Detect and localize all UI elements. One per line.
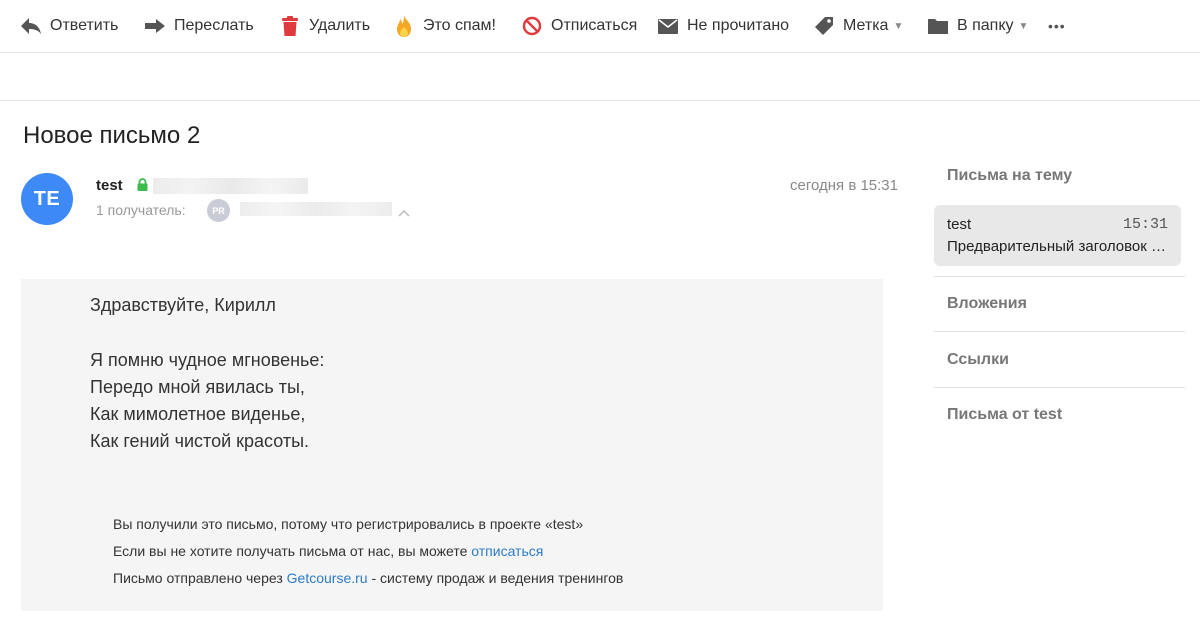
lock-icon	[137, 178, 148, 196]
chevron-up-icon[interactable]	[398, 204, 410, 222]
footer-text: - систему продаж и ведения тренингов	[367, 570, 624, 586]
unsubscribe-link[interactable]: отписаться	[471, 543, 543, 559]
more-button[interactable]: •••	[1048, 13, 1066, 39]
sidebar-item-from-sender[interactable]: Письма от test	[947, 406, 1062, 424]
thread-time: 15:31	[1122, 216, 1168, 233]
prohibited-icon	[521, 15, 543, 37]
mark-unread-button[interactable]: Не прочитано	[657, 13, 789, 39]
sender-name[interactable]: test	[96, 177, 123, 194]
thread-message-item[interactable]: test 15:31 Предварительный заголовок пис…	[934, 205, 1181, 266]
thread-heading: Письма на тему	[947, 167, 1073, 184]
poem-line: Как гений чистой красоты.	[90, 431, 310, 451]
message-body: Здравствуйте, Кирилл Я помню чудное мгно…	[21, 279, 883, 611]
recipients-label: 1 получатель:	[96, 202, 186, 218]
sidebar-item-attachments[interactable]: Вложения	[947, 295, 1027, 313]
label-button[interactable]: Метка ▼	[813, 13, 903, 39]
move-to-folder-button[interactable]: В папку ▼	[927, 13, 1028, 39]
envelope-icon	[657, 15, 679, 37]
trash-icon	[279, 15, 301, 37]
sidebar-divider	[934, 331, 1185, 332]
forward-label: Переслать	[174, 17, 254, 34]
label-label: Метка	[843, 17, 889, 34]
mark-unread-label: Не прочитано	[687, 17, 790, 34]
sidebar-item-links[interactable]: Ссылки	[947, 351, 1009, 369]
forward-arrow-icon	[144, 15, 166, 37]
delete-button[interactable]: Удалить	[279, 13, 370, 39]
chevron-down-icon: ▼	[893, 20, 904, 32]
thread-sender: test	[947, 216, 972, 233]
poem-line: Передо мной явилась ты,	[90, 377, 305, 397]
folder-icon	[927, 15, 949, 37]
message-subject: Новое письмо 2	[23, 122, 201, 149]
footer-text: Письмо отправлено через	[113, 570, 287, 586]
spam-button[interactable]: Это спам!	[393, 13, 496, 39]
sidebar-divider	[934, 387, 1185, 388]
thread-preview: Предварительный заголовок письма	[947, 238, 1172, 255]
poem-line: Я помню чудное мгновенье:	[90, 350, 325, 370]
tag-icon	[813, 15, 835, 37]
recipient-email-redacted	[240, 202, 392, 216]
delete-label: Удалить	[309, 17, 371, 34]
message-footer: Вы получили это письмо, потому что регис…	[113, 511, 623, 592]
getcourse-link[interactable]: Getcourse.ru	[287, 570, 368, 586]
toolbar: Ответить Переслать Удалить Это спам! Отп…	[0, 0, 1200, 53]
recipient-avatar: PR	[207, 199, 230, 222]
reply-label: Ответить	[50, 17, 119, 34]
move-to-folder-label: В папку	[957, 17, 1014, 34]
footer-line: Вы получили это письмо, потому что регис…	[113, 516, 584, 532]
footer-text: Если вы не хотите получать письма от нас…	[113, 543, 472, 559]
message-date: сегодня в 15:31	[790, 177, 898, 194]
unsubscribe-label: Отписаться	[551, 17, 638, 34]
divider	[0, 100, 1200, 101]
fire-icon	[393, 15, 415, 37]
chevron-down-icon: ▼	[1018, 20, 1029, 32]
reply-button[interactable]: Ответить	[20, 13, 118, 39]
footer-line: Если вы не хотите получать письма от нас…	[113, 538, 623, 565]
reply-icon	[20, 15, 42, 37]
spam-label: Это спам!	[423, 17, 496, 34]
sender-avatar[interactable]: TE	[21, 173, 73, 225]
greeting-text: Здравствуйте, Кирилл	[90, 295, 276, 315]
more-dots-icon: •••	[1048, 18, 1066, 34]
forward-button[interactable]: Переслать	[144, 13, 254, 39]
footer-line: Письмо отправлено через Getcourse.ru - с…	[113, 565, 623, 592]
unsubscribe-button[interactable]: Отписаться	[521, 13, 637, 39]
poem-text: Я помню чудное мгновенье: Передо мной яв…	[90, 347, 324, 455]
sender-email-redacted	[153, 178, 308, 194]
poem-line: Как мимолетное виденье,	[90, 404, 306, 424]
sidebar-divider	[934, 276, 1185, 277]
